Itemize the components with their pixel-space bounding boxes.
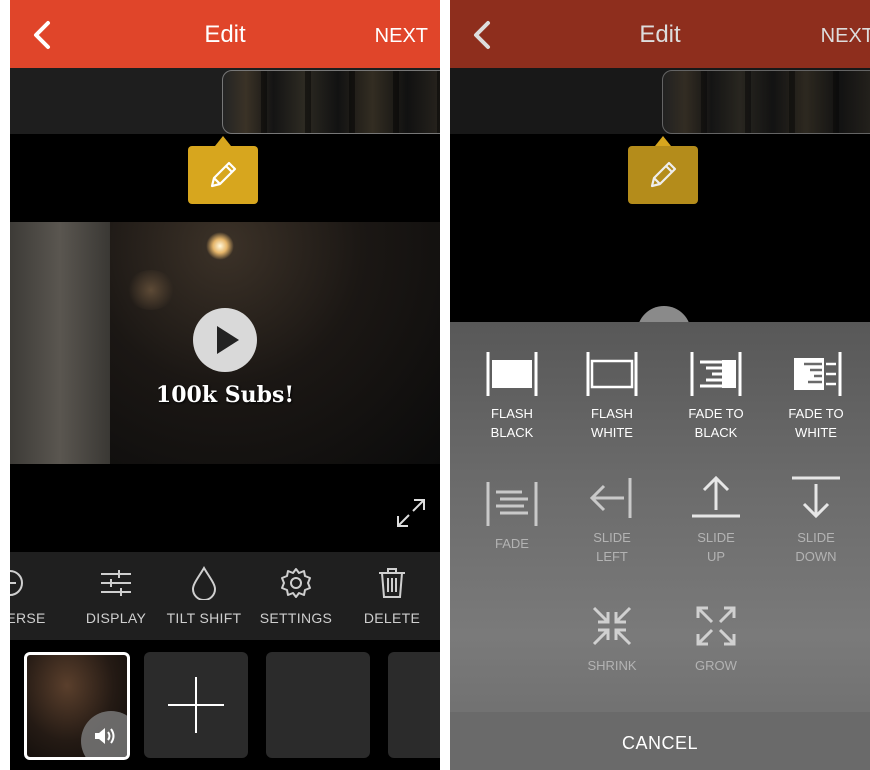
shrink-icon: [592, 606, 632, 646]
flash-black-icon: [486, 352, 538, 396]
next-button[interactable]: NEXT: [821, 25, 870, 48]
cancel-button[interactable]: CANCEL: [450, 733, 870, 754]
edit-toolbar: ERSE DISPLAY TILT SHIFT SETTINGS DELETE: [10, 552, 440, 640]
tilt-shift-tool[interactable]: TILT SHIFT: [154, 552, 254, 640]
pencil-icon: [210, 161, 237, 188]
header-bar: Edit NEXT: [450, 0, 870, 68]
empty-clip-slot[interactable]: [388, 652, 440, 758]
video-preview[interactable]: 100k Subs!: [10, 222, 440, 464]
next-button[interactable]: NEXT: [375, 25, 428, 48]
transition-picker-screen: Edit NEXT FLASH BLACK FLASH WHITE FADE TO B…: [450, 0, 870, 770]
timeline-clip: [662, 70, 870, 134]
transition-fade[interactable]: FADE: [460, 482, 564, 553]
plus-icon: [168, 677, 224, 733]
header-bar: Edit NEXT: [10, 0, 440, 68]
transition-fade-to-white[interactable]: FADE TO WHITE: [764, 352, 868, 442]
sliders-icon: [101, 570, 131, 596]
speaker-icon: [95, 728, 115, 744]
fade-to-black-icon: [690, 352, 742, 396]
arrow-down-icon: [792, 476, 840, 519]
transition-slide-down[interactable]: SLIDE DOWN: [764, 474, 868, 566]
transition-flash-white[interactable]: FLASH WHITE: [560, 352, 664, 442]
clip-strip: [10, 640, 440, 770]
transition-flash-black[interactable]: FLASH BLACK: [460, 352, 564, 442]
expand-icon[interactable]: [394, 496, 428, 530]
video-caption: 100k Subs!: [155, 382, 295, 408]
edit-clip-button[interactable]: [188, 136, 258, 204]
fade-icon: [486, 482, 538, 526]
clip-timeline: [450, 68, 870, 134]
edit-clip-button: [628, 136, 698, 204]
delete-tool[interactable]: DELETE: [346, 552, 438, 640]
empty-clip-slot[interactable]: [266, 652, 370, 758]
selected-clip-thumbnail[interactable]: [24, 652, 130, 760]
page-title: Edit: [639, 21, 681, 48]
grow-icon: [696, 606, 736, 646]
fade-to-white-icon: [794, 352, 842, 396]
timeline-clip[interactable]: [222, 70, 440, 134]
droplet-icon: [191, 566, 217, 600]
arrow-up-icon: [692, 475, 740, 518]
edit-screen: Edit NEXT 100k Subs! ERSE DISPLAY TILT S…: [10, 0, 440, 770]
flash-white-icon: [586, 352, 638, 396]
settings-tool[interactable]: SETTINGS: [246, 552, 346, 640]
volume-button[interactable]: [81, 711, 127, 757]
transition-slide-left[interactable]: SLIDE LEFT: [560, 476, 664, 566]
add-clip-button[interactable]: [144, 652, 248, 758]
transition-grow[interactable]: GROW: [664, 604, 768, 675]
reverse-tool[interactable]: ERSE: [10, 552, 56, 640]
gear-icon: [281, 568, 311, 598]
transition-shrink[interactable]: SHRINK: [560, 604, 664, 675]
clip-timeline[interactable]: [10, 68, 440, 134]
transition-fade-to-black[interactable]: FADE TO BLACK: [664, 352, 768, 442]
reverse-icon: [10, 570, 23, 596]
play-icon[interactable]: [193, 308, 257, 372]
display-tool[interactable]: DISPLAY: [66, 552, 166, 640]
pencil-icon: [650, 161, 677, 188]
arrow-left-icon: [589, 478, 632, 518]
trash-icon: [379, 568, 405, 598]
transition-slide-up[interactable]: SLIDE UP: [664, 474, 768, 566]
